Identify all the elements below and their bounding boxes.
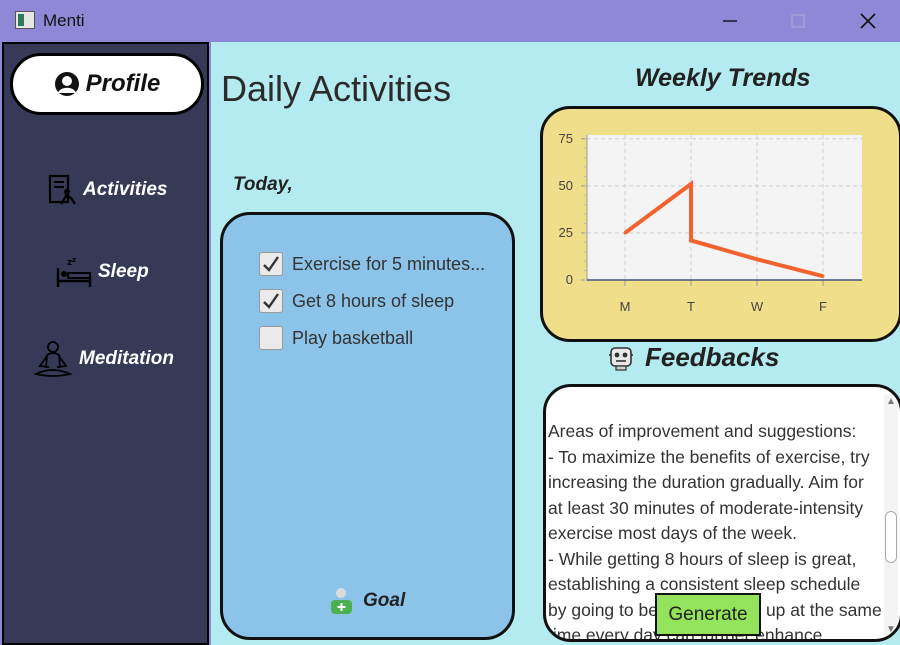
robot-face-icon bbox=[609, 346, 633, 371]
sidebar-item-sleep[interactable]: z z Sleep bbox=[56, 256, 149, 288]
feedback-header: Feedbacks bbox=[607, 342, 779, 373]
data-point bbox=[689, 238, 693, 242]
data-point bbox=[755, 257, 759, 261]
sleep-icon: z z bbox=[56, 256, 92, 287]
weekly-trends-title: Weekly Trends bbox=[635, 64, 811, 92]
data-point bbox=[689, 182, 693, 186]
scroll-thumb[interactable] bbox=[885, 511, 897, 563]
feedback-scrollbar[interactable]: ▲ ▼ bbox=[884, 395, 898, 637]
x-tick-label: W bbox=[751, 299, 764, 314]
checkmark-icon bbox=[263, 293, 279, 309]
task-label: Exercise for 5 minutes... bbox=[292, 253, 486, 274]
task-checkbox[interactable] bbox=[259, 289, 283, 313]
activities-icon bbox=[48, 174, 76, 205]
minimize-icon bbox=[723, 20, 737, 22]
sidebar-item-meditation[interactable]: Meditation bbox=[33, 340, 174, 378]
trend-chart-svg: 0 25 50 75 M T W F bbox=[559, 131, 862, 314]
feedback-title: Feedbacks bbox=[645, 342, 780, 372]
title-bar: Menti bbox=[0, 0, 900, 42]
task-label: Play basketball bbox=[292, 327, 414, 348]
y-tick-label: 25 bbox=[559, 225, 573, 240]
y-tick-label: 50 bbox=[559, 178, 573, 193]
x-tick-label: F bbox=[819, 299, 827, 314]
close-icon bbox=[860, 13, 876, 29]
x-tick-label: M bbox=[620, 299, 631, 314]
checkmark-icon bbox=[263, 256, 279, 272]
weekly-trends-chart: 0 25 50 75 M T W F bbox=[540, 106, 900, 342]
svg-text:z: z bbox=[72, 256, 76, 264]
task-checkbox[interactable] bbox=[259, 326, 283, 350]
task-item[interactable]: Play basketball bbox=[259, 326, 413, 350]
today-label: Today, bbox=[233, 174, 293, 195]
task-item[interactable]: Exercise for 5 minutes... bbox=[259, 252, 485, 276]
profile-label: Profile bbox=[85, 70, 161, 97]
x-tick-label: T bbox=[687, 299, 695, 314]
sidebar-item-label: Meditation bbox=[79, 348, 174, 369]
sidebar: Profile Activities z z Sleep Meditation bbox=[2, 42, 209, 645]
meditation-icon bbox=[33, 341, 73, 377]
sidebar-item-activities[interactable]: Activities bbox=[47, 174, 167, 206]
maximize-button[interactable] bbox=[768, 4, 828, 38]
y-tick-label: 75 bbox=[559, 131, 573, 146]
task-checkbox[interactable] bbox=[259, 252, 283, 276]
maximize-icon bbox=[791, 14, 805, 28]
scroll-up-icon[interactable]: ▲ bbox=[886, 397, 896, 407]
profile-button[interactable]: Profile bbox=[10, 53, 204, 115]
data-point bbox=[623, 231, 627, 235]
page-title: Daily Activities bbox=[221, 68, 452, 109]
goal-label: Goal bbox=[363, 590, 406, 611]
close-button[interactable] bbox=[838, 4, 898, 38]
generate-button[interactable]: Generate bbox=[655, 593, 761, 636]
tasks-panel: Exercise for 5 minutes... Get 8 hours of… bbox=[220, 212, 515, 640]
goal-button[interactable]: Goal bbox=[329, 587, 405, 615]
task-item[interactable]: Get 8 hours of sleep bbox=[259, 289, 454, 313]
app-icon bbox=[15, 11, 35, 29]
profile-icon bbox=[54, 72, 79, 96]
minimize-button[interactable] bbox=[700, 4, 760, 38]
task-label: Get 8 hours of sleep bbox=[292, 290, 455, 311]
sidebar-item-label: Sleep bbox=[98, 261, 149, 282]
y-tick-label: 0 bbox=[566, 272, 573, 287]
sidebar-item-label: Activities bbox=[83, 179, 168, 200]
goal-icon bbox=[331, 588, 352, 614]
main-content: Daily Activities Today, Exercise for 5 m… bbox=[211, 42, 900, 645]
window-title: Menti bbox=[43, 11, 85, 30]
data-point bbox=[821, 274, 825, 278]
plot-area bbox=[587, 135, 862, 280]
scroll-down-icon[interactable]: ▼ bbox=[886, 625, 896, 635]
